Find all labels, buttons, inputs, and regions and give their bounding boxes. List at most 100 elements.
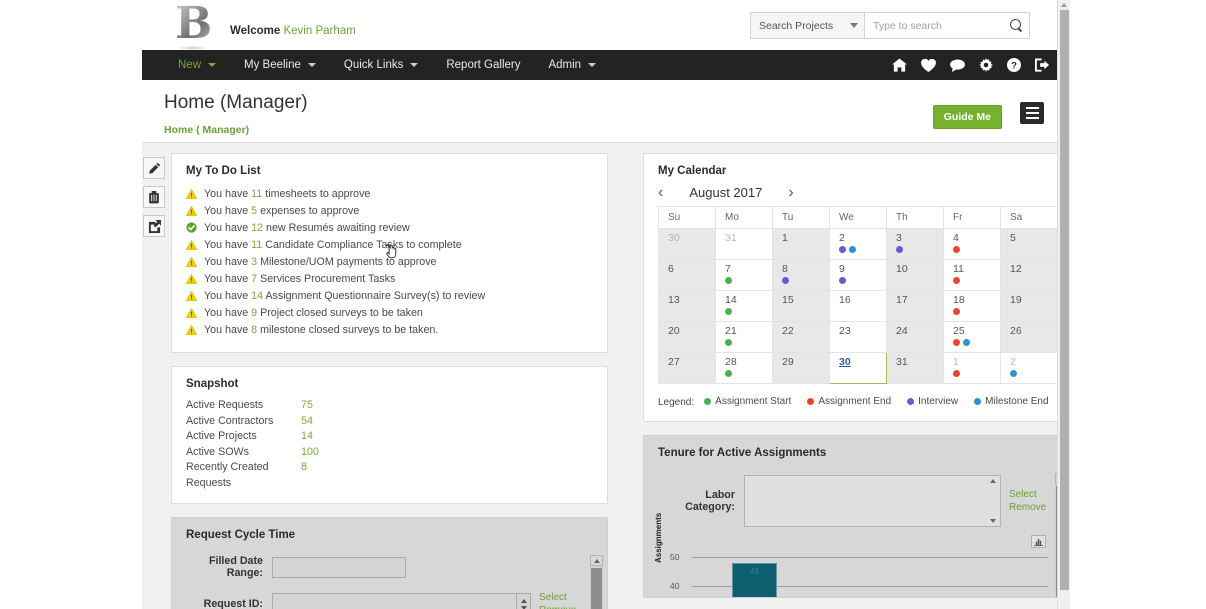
calendar-day-cell[interactable]: 3: [887, 229, 944, 260]
labor-category-stepper[interactable]: [986, 477, 999, 525]
calendar-day-number: 4: [953, 232, 959, 244]
guide-me-button[interactable]: Guide Me: [933, 105, 1002, 129]
home-icon[interactable]: [892, 58, 907, 72]
calendar-day-cell[interactable]: 22: [773, 322, 830, 353]
calendar-day-cell[interactable]: 26: [1001, 322, 1058, 353]
event-dot-assignment-start: [725, 370, 732, 377]
nav-item-label: New: [178, 59, 201, 71]
calendar-day-cell[interactable]: 7: [716, 260, 773, 291]
chart-bar[interactable]: 48: [732, 563, 777, 598]
calendar-day-cell[interactable]: 23: [830, 322, 887, 353]
select-link[interactable]: Select: [539, 591, 576, 604]
scroll-up-button[interactable]: [1058, 0, 1070, 10]
page-scrollbar-thumb[interactable]: [1060, 10, 1069, 590]
todo-item[interactable]: You have 5 expenses to approve: [186, 202, 593, 219]
calendar-day-cell[interactable]: 24: [887, 322, 944, 353]
remove-link[interactable]: Remove: [1009, 501, 1046, 514]
todo-item[interactable]: You have 8 milestone closed surveys to b…: [186, 321, 593, 338]
calendar-day-cell[interactable]: 20: [659, 322, 716, 353]
breadcrumb[interactable]: Home ( Manager): [164, 124, 249, 136]
calendar-day-cell[interactable]: 17: [887, 291, 944, 322]
labor-category-listbox[interactable]: [744, 475, 1001, 527]
page-scrollbar[interactable]: [1057, 0, 1070, 609]
todo-item[interactable]: You have 7 Services Procurement Tasks: [186, 270, 593, 287]
calendar-day-cell[interactable]: 31: [716, 229, 773, 260]
request-id-stepper[interactable]: [517, 593, 531, 609]
calendar-day-cell[interactable]: 18: [944, 291, 1001, 322]
scrollbar-thumb[interactable]: [591, 568, 602, 609]
calendar-day-number: 30: [668, 232, 680, 244]
chevron-left-icon[interactable]: ‹: [658, 186, 663, 200]
nav-item-my-beeline[interactable]: My Beeline: [230, 50, 330, 80]
chart-menu-icon[interactable]: [1031, 535, 1046, 548]
calendar-weekday: Tu: [773, 207, 830, 229]
calendar-day-cell[interactable]: 29: [773, 353, 830, 384]
calendar-legend: Legend:Assignment StartAssignment EndInt…: [644, 384, 1064, 421]
chevron-right-icon[interactable]: ›: [788, 186, 793, 200]
calendar-day-cell[interactable]: 14: [716, 291, 773, 322]
calendar-day-cell[interactable]: 11: [944, 260, 1001, 291]
screen-root: B Welcome Kevin Parham Search Projects: [0, 0, 1206, 609]
calendar-day-cell[interactable]: 27: [659, 353, 716, 384]
calendar-day-cell[interactable]: 21: [716, 322, 773, 353]
calendar-nav: ‹ August 2017 ›: [644, 185, 1064, 206]
calendar-day-cell[interactable]: 2: [1001, 353, 1058, 384]
search-scope-select[interactable]: Search Projects: [750, 12, 865, 39]
chat-icon[interactable]: [950, 59, 965, 72]
calendar-day-cell[interactable]: 4: [944, 229, 1001, 260]
search-input-wrapper[interactable]: [865, 12, 1030, 39]
edit-icon[interactable]: [143, 157, 165, 179]
select-link[interactable]: Select: [1009, 488, 1046, 501]
event-dot-assignment-start: [725, 308, 732, 315]
chevron-down-icon: [588, 63, 596, 67]
beeline-logo: B: [175, 2, 211, 48]
todo-item[interactable]: You have 11 timesheets to approve: [186, 185, 593, 202]
remove-link[interactable]: Remove: [539, 604, 576, 609]
calendar-day-cell[interactable]: 8: [773, 260, 830, 291]
hamburger-icon[interactable]: [1020, 102, 1044, 124]
calendar-day-cell[interactable]: 30: [830, 353, 887, 384]
calendar-day-cell[interactable]: 25: [944, 322, 1001, 353]
filled-date-input[interactable]: [272, 557, 406, 578]
snapshot-row: Recently Created Requests8: [186, 460, 593, 491]
calendar-day-cell[interactable]: 2: [830, 229, 887, 260]
calendar-day-cell[interactable]: 9: [830, 260, 887, 291]
todo-item[interactable]: You have 14 Assignment Questionnaire Sur…: [186, 287, 593, 304]
calendar-day-cell[interactable]: 30: [659, 229, 716, 260]
nav-item-report-gallery[interactable]: Report Gallery: [432, 50, 534, 80]
chevron-down-icon: [850, 23, 858, 28]
request-id-input[interactable]: [272, 593, 517, 609]
refresh-icon[interactable]: [143, 215, 165, 237]
gear-icon[interactable]: [979, 58, 993, 72]
calendar-day-cell[interactable]: 10: [887, 260, 944, 291]
nav-item-admin[interactable]: Admin: [534, 50, 610, 80]
calendar-day-cell[interactable]: 28: [716, 353, 773, 384]
heart-icon[interactable]: [921, 59, 936, 72]
nav-item-new[interactable]: New: [164, 50, 230, 80]
calendar-day-cell[interactable]: 12: [1001, 260, 1058, 291]
todo-item[interactable]: You have 12 new Resumés awaiting review: [186, 219, 593, 236]
todo-item[interactable]: You have 9 Project closed surveys to be …: [186, 304, 593, 321]
calendar-day-cell[interactable]: 13: [659, 291, 716, 322]
delete-icon[interactable]: [143, 186, 165, 208]
calendar-day-cell[interactable]: 1: [773, 229, 830, 260]
search-icon[interactable]: [1010, 19, 1023, 32]
calendar-day-number: 29: [782, 356, 794, 368]
calendar-day-cell[interactable]: 31: [887, 353, 944, 384]
search-input[interactable]: [873, 20, 1010, 32]
event-dot-assignment-end: [953, 370, 960, 377]
scroll-up-button[interactable]: [590, 555, 603, 566]
nav-item-quick-links[interactable]: Quick Links: [330, 50, 432, 80]
logout-icon[interactable]: [1035, 58, 1050, 72]
calendar-day-cell[interactable]: 16: [830, 291, 887, 322]
calendar-day-cell[interactable]: 15: [773, 291, 830, 322]
calendar-grid: SuMoTuWeThFrSa 3031123456789101112131415…: [658, 206, 1058, 384]
calendar-day-cell[interactable]: 1: [944, 353, 1001, 384]
calendar-day-number: 23: [839, 325, 851, 337]
calendar-day-cell[interactable]: 19: [1001, 291, 1058, 322]
chevron-down-icon: [308, 63, 316, 67]
calendar-day-cell[interactable]: 5: [1001, 229, 1058, 260]
panel-scrollbar[interactable]: [590, 555, 603, 609]
calendar-day-cell[interactable]: 6: [659, 260, 716, 291]
help-icon[interactable]: ?: [1007, 58, 1021, 72]
